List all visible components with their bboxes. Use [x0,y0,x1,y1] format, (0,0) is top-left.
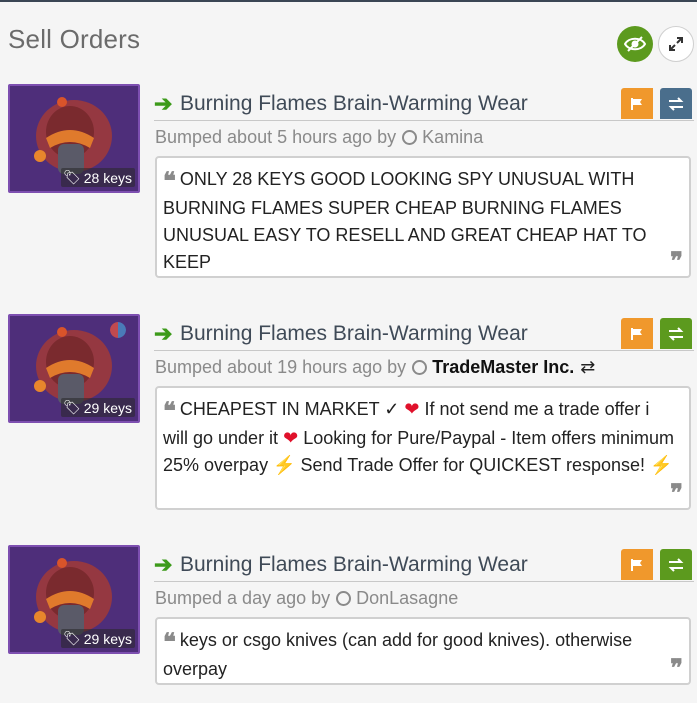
report-button[interactable] [621,549,653,580]
top-border [0,0,697,2]
bumped-text: Bumped a day ago by [155,588,331,608]
tag-icon: 🏷 [62,630,81,646]
bumped-info: Bumped about 19 hours ago by TradeMaster… [155,357,595,378]
price-badge: 🏷 29 keys [60,398,135,417]
price-badge: 🏷 29 keys [60,629,135,648]
quote-left-icon: ❝ [163,168,176,195]
price-label: 28 keys [83,169,132,186]
flag-icon [631,558,642,571]
quote-left-icon: ❝ [163,398,176,425]
eye-slash-icon [624,36,646,52]
exchange-icon [668,326,684,341]
paint-indicator [110,322,126,338]
item-name-link[interactable]: Burning Flames Brain-Warming Wear [180,322,528,346]
message-text: CHEAPEST IN MARKET ✓ [179,399,400,419]
circle-icon [336,591,352,606]
circle-icon [412,360,428,375]
tag-icon: 🏷 [62,169,81,185]
bumped-info: Bumped about 5 hours ago by Kamina [155,127,483,148]
price-badge: 🏷 28 keys [60,168,135,187]
item-thumbnail[interactable]: 🏷 29 keys [8,545,140,654]
quote-left-icon: ❝ [163,629,176,656]
order-header: ➔ Burning Flames Brain-Warming Wear [154,88,694,121]
lightning-icon: ⚡ [273,455,296,476]
bumped-info: Bumped a day ago by DonLasagne [155,588,458,609]
order-header: ➔ Burning Flames Brain-Warming Wear [154,549,694,582]
flag-icon [631,327,642,340]
heart-icon: ❤ [404,399,420,419]
arrow-right-icon: ➔ [154,321,173,346]
order-message: ❝ ONLY 28 KEYS GOOD LOOKING SPY UNUSUAL W… [155,156,691,278]
order-message: ❝ keys or csgo knives (can add for good k… [155,617,691,685]
exchange-icon: ⇄ [580,357,596,377]
expand-icon [669,37,683,51]
username-link[interactable]: DonLasagne [356,588,458,609]
bumped-text: Bumped about 19 hours ago by [155,357,407,377]
item-thumbnail[interactable]: 🏷 29 keys [8,314,140,423]
tag-icon: 🏷 [62,399,81,415]
report-button[interactable] [621,318,653,349]
item-name-link[interactable]: Burning Flames Brain-Warming Wear [180,553,528,577]
toggle-visibility-button[interactable] [617,26,653,62]
bumped-text: Bumped about 5 hours ago by [155,127,397,147]
lightning-icon: ⚡ [650,455,673,476]
page-title: Sell Orders [8,24,141,54]
trade-offer-button[interactable] [660,318,692,349]
order-header: ➔ Burning Flames Brain-Warming Wear [154,318,694,351]
arrow-right-icon: ➔ [154,552,173,577]
heart-icon: ❤ [283,428,299,448]
quote-right-icon: ❞ [670,480,683,507]
price-label: 29 keys [83,399,132,416]
item-name-link[interactable]: Burning Flames Brain-Warming Wear [180,92,528,116]
expand-button[interactable] [658,26,694,62]
price-label: 29 keys [83,630,132,647]
order-message: ❝ CHEAPEST IN MARKET ✓ ❤ If not send me a… [155,386,691,510]
item-thumbnail[interactable]: 🏷 28 keys [8,84,140,193]
username-link[interactable]: TradeMaster Inc. [432,357,574,378]
username-link[interactable]: Kamina [422,127,483,148]
arrow-right-icon: ➔ [154,91,173,116]
flag-icon [631,97,642,110]
exchange-icon [668,557,684,572]
exchange-icon [668,96,684,111]
quote-right-icon: ❞ [670,248,683,275]
trade-offer-button[interactable] [660,88,692,119]
message-text: keys or csgo knives (can add for good kn… [163,630,633,679]
quote-right-icon: ❞ [670,655,683,682]
report-button[interactable] [621,88,653,119]
message-text: ONLY 28 KEYS GOOD LOOKING SPY UNUSUAL WI… [163,169,647,272]
trade-offer-button[interactable] [660,549,692,580]
message-text: Send Trade Offer for QUICKEST response! [300,455,646,475]
circle-icon [402,130,418,145]
